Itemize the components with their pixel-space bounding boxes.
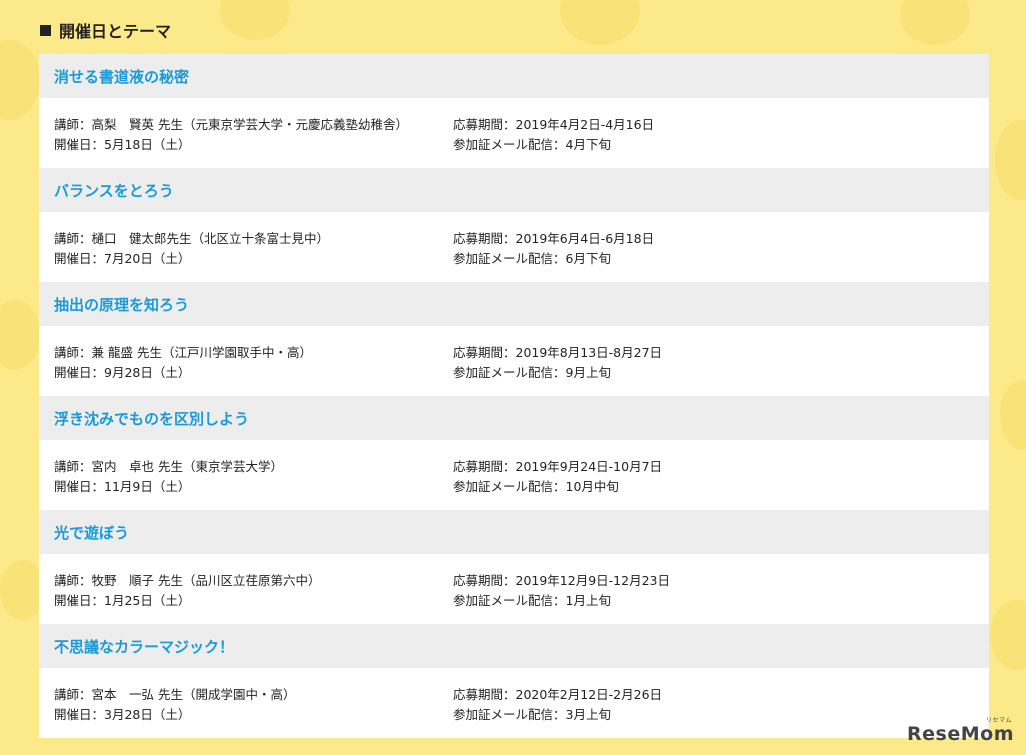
lecturer-text: 講師：宮内 卓也 先生（東京学芸大学） (54, 459, 283, 474)
item-title: 抽出の原理を知ろう (39, 282, 989, 326)
event-date-text: 開催日：5月18日（土） (54, 137, 191, 152)
email-delivery-text: 参加証メール配信：3月上旬 (453, 707, 611, 722)
item-title: 浮き沈みでものを区別しよう (39, 396, 989, 440)
item-title: 消せる書道液の秘密 (39, 54, 989, 98)
section-heading-text: 開催日とテーマ (59, 22, 172, 41)
event-date-text: 開催日：1月25日（土） (54, 593, 191, 608)
lecturer-text: 講師：樋口 健太郎先生（北区立十条富士見中） (54, 231, 330, 246)
email-delivery-text: 参加証メール配信：4月下旬 (453, 137, 611, 152)
logo-sub-text: リセマム (985, 717, 1012, 724)
schedule-item: 光で遊ぼう 講師：牧野 順子 先生（品川区立荏原第六中） 開催日：1月25日（土… (39, 510, 989, 624)
email-delivery-text: 参加証メール配信：6月下旬 (453, 251, 611, 266)
email-delivery-text: 参加証メール配信：1月上旬 (453, 593, 611, 608)
email-delivery-text: 参加証メール配信：9月上旬 (453, 365, 611, 380)
application-period-text: 応募期間：2019年4月2日-4月16日 (453, 117, 655, 132)
application-period-text: 応募期間：2019年8月13日-8月27日 (453, 345, 663, 360)
lecturer-text: 講師：兼 龍盛 先生（江戸川学園取手中・高） (54, 345, 312, 360)
resemom-logo: リセマム ReseMom (907, 717, 1014, 745)
item-body: 講師：宮内 卓也 先生（東京学芸大学） 開催日：11月9日（土） 応募期間：20… (39, 440, 989, 510)
event-date-text: 開催日：7月20日（土） (54, 251, 191, 266)
lecturer-text: 講師：宮本 一弘 先生（開成学園中・高） (54, 687, 296, 702)
item-title: バランスをとろう (39, 168, 989, 212)
event-date-text: 開催日：9月28日（土） (54, 365, 191, 380)
lecturer-text: 講師：高梨 賢英 先生（元東京学芸大学・元慶応義塾幼稚舎） (54, 117, 408, 132)
item-body: 講師：兼 龍盛 先生（江戸川学園取手中・高） 開催日：9月28日（土） 応募期間… (39, 326, 989, 396)
schedule-item: 不思議なカラーマジック！ 講師：宮本 一弘 先生（開成学園中・高） 開催日：3月… (39, 624, 989, 738)
event-date-text: 開催日：11月9日（土） (54, 479, 191, 494)
item-title: 不思議なカラーマジック！ (39, 624, 989, 668)
schedule-item: 消せる書道液の秘密 講師：高梨 賢英 先生（元東京学芸大学・元慶応義塾幼稚舎） … (39, 54, 989, 168)
lecturer-text: 講師：牧野 順子 先生（品川区立荏原第六中） (54, 573, 321, 588)
item-body: 講師：高梨 賢英 先生（元東京学芸大学・元慶応義塾幼稚舎） 開催日：5月18日（… (39, 98, 989, 168)
schedule-item: バランスをとろう 講師：樋口 健太郎先生（北区立十条富士見中） 開催日：7月20… (39, 168, 989, 282)
email-delivery-text: 参加証メール配信：10月中旬 (453, 479, 619, 494)
schedule-item: 浮き沈みでものを区別しよう 講師：宮内 卓也 先生（東京学芸大学） 開催日：11… (39, 396, 989, 510)
application-period-text: 応募期間：2019年12月9日-12月23日 (453, 573, 670, 588)
item-body: 講師：宮本 一弘 先生（開成学園中・高） 開催日：3月28日（土） 応募期間：2… (39, 668, 989, 738)
application-period-text: 応募期間：2020年2月12日-2月26日 (453, 687, 663, 702)
application-period-text: 応募期間：2019年9月24日-10月7日 (453, 459, 663, 474)
application-period-text: 応募期間：2019年6月4日-6月18日 (453, 231, 655, 246)
square-bullet-icon (40, 24, 51, 36)
item-body: 講師：樋口 健太郎先生（北区立十条富士見中） 開催日：7月20日（土） 応募期間… (39, 212, 989, 282)
schedule-list: 消せる書道液の秘密 講師：高梨 賢英 先生（元東京学芸大学・元慶応義塾幼稚舎） … (39, 54, 989, 738)
logo-text: ReseMom (907, 723, 1014, 745)
event-date-text: 開催日：3月28日（土） (54, 707, 191, 722)
schedule-item: 抽出の原理を知ろう 講師：兼 龍盛 先生（江戸川学園取手中・高） 開催日：9月2… (39, 282, 989, 396)
item-title: 光で遊ぼう (39, 510, 989, 554)
item-body: 講師：牧野 順子 先生（品川区立荏原第六中） 開催日：1月25日（土） 応募期間… (39, 554, 989, 624)
section-heading: 開催日とテーマ (40, 18, 171, 42)
